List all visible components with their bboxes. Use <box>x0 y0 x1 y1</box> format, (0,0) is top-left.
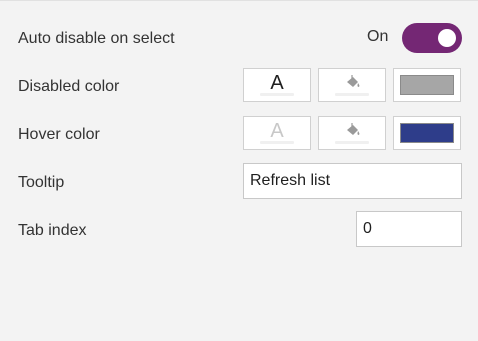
font-color-underline <box>260 93 294 96</box>
panel-top-border <box>0 0 478 1</box>
disabled-fill-button[interactable] <box>318 68 386 102</box>
hover-color-chip <box>400 123 454 143</box>
disabled-color-chip <box>400 75 454 95</box>
tab-index-label: Tab index <box>18 222 87 239</box>
paint-bucket-icon <box>347 123 360 135</box>
hover-color-label: Hover color <box>18 126 100 143</box>
auto-disable-toggle[interactable] <box>402 23 462 53</box>
hover-color-swatch-button[interactable] <box>393 116 461 150</box>
tooltip-input[interactable] <box>243 163 462 199</box>
disabled-color-label: Disabled color <box>18 78 120 95</box>
tab-index-input[interactable] <box>356 211 462 247</box>
hover-fill-button[interactable] <box>318 116 386 150</box>
toggle-state-text: On <box>367 28 389 45</box>
font-color-icon: A <box>270 120 284 142</box>
auto-disable-label: Auto disable on select <box>18 30 175 47</box>
disabled-color-swatch-button[interactable] <box>393 68 461 102</box>
fill-underline <box>335 93 369 96</box>
toggle-knob <box>438 29 456 47</box>
font-color-underline <box>260 141 294 144</box>
font-color-icon: A <box>270 72 284 94</box>
tooltip-label: Tooltip <box>18 174 65 191</box>
paint-bucket-icon <box>347 75 360 87</box>
hover-font-color-button[interactable]: A <box>243 116 311 150</box>
disabled-font-color-button[interactable]: A <box>243 68 311 102</box>
fill-underline <box>335 141 369 144</box>
